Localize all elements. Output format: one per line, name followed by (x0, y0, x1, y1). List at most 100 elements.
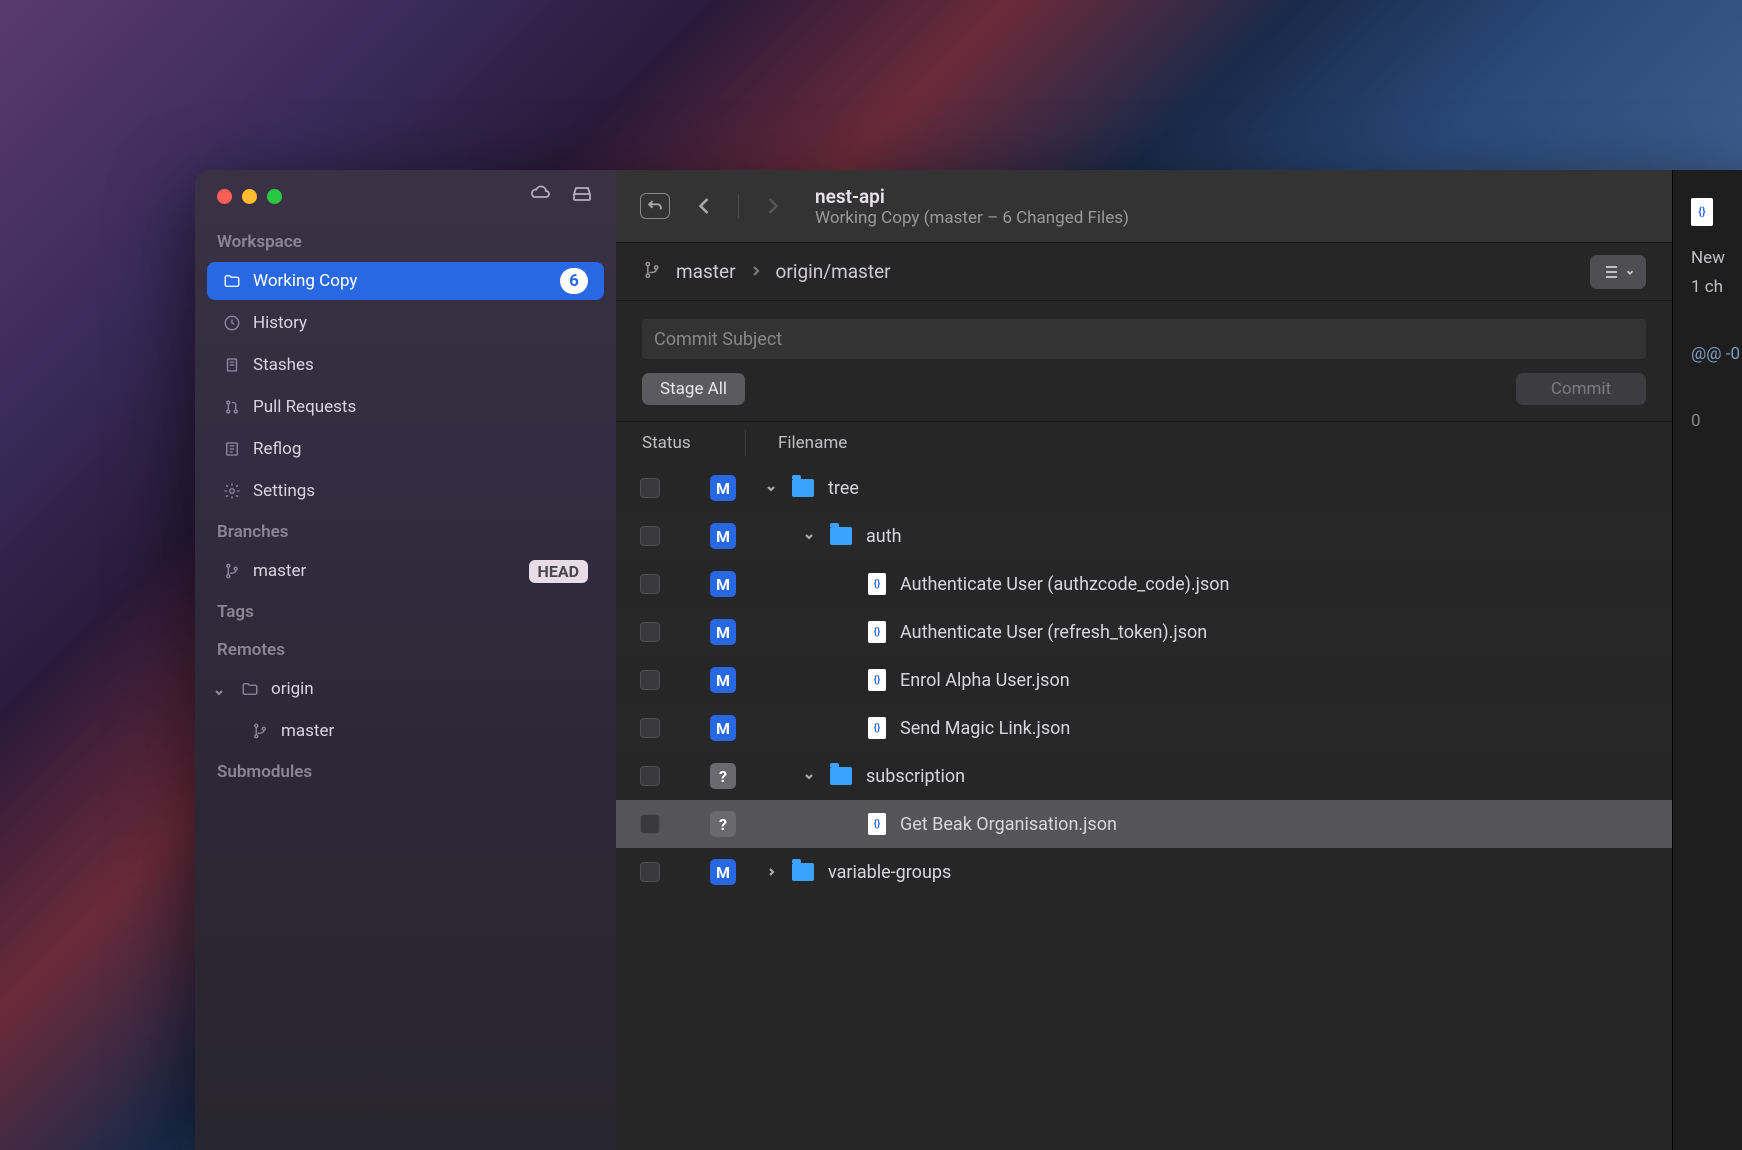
sidebar-item-reflog[interactable]: Reflog (207, 430, 604, 468)
branch-label: master (253, 561, 517, 581)
return-icon[interactable] (640, 193, 670, 219)
file-row[interactable]: M {} Authenticate User (refresh_token).jso… (616, 608, 1672, 656)
branch-icon (642, 260, 662, 284)
sidebar-remote-origin[interactable]: origin (203, 670, 604, 708)
diff-new-line: New (1691, 244, 1742, 273)
file-name: Authenticate User (refresh_token).json (900, 622, 1207, 643)
history-icon (223, 314, 241, 332)
stage-checkbox[interactable] (640, 670, 660, 690)
file-name: auth (866, 526, 902, 547)
branches-header: Branches (195, 512, 616, 550)
file-row[interactable]: Mauth (616, 512, 1672, 560)
commit-area: Stage All Commit (616, 301, 1672, 422)
titlebar-icons (528, 182, 594, 210)
diff-line-number: 0 (1691, 407, 1742, 436)
status-badge: ? (710, 763, 736, 789)
file-row[interactable]: ?{}Get Beak Organisation.json (616, 800, 1672, 848)
file-name: subscription (866, 766, 965, 787)
tags-header: Tags (195, 592, 616, 630)
file-list: MtreeMauthM{}Authenticate User (authzcod… (616, 464, 1672, 1150)
folder-icon (223, 272, 241, 290)
file-row[interactable]: Mtree (616, 464, 1672, 512)
remote-folder-icon (241, 680, 259, 698)
folder-icon (830, 527, 852, 545)
stage-checkbox[interactable] (640, 718, 660, 738)
stage-checkbox[interactable] (640, 574, 660, 594)
file-icon: {} (868, 813, 886, 835)
gear-icon (223, 482, 241, 500)
sidebar-item-stashes[interactable]: Stashes (207, 346, 604, 384)
stage-checkbox[interactable] (640, 814, 660, 834)
stage-checkbox[interactable] (640, 526, 660, 546)
sidebar-item-label: Reflog (253, 439, 588, 459)
titlebar (195, 170, 616, 222)
file-icon: {} (868, 669, 886, 691)
stashes-icon (223, 356, 241, 374)
sidebar-branch-master[interactable]: master HEAD (207, 552, 604, 590)
col-filename-header[interactable]: Filename (746, 433, 847, 453)
divider (738, 194, 739, 218)
stage-checkbox[interactable] (640, 622, 660, 642)
nav-back-button[interactable] (690, 192, 718, 220)
branch-icon (251, 722, 269, 740)
stage-checkbox[interactable] (640, 862, 660, 882)
status-badge: M (710, 859, 736, 885)
file-icon: {} (868, 621, 886, 643)
commit-subject-input[interactable] (642, 319, 1646, 359)
main-area: nest-api Working Copy (master – 6 Change… (616, 170, 1672, 1150)
list-view-toggle[interactable] (1590, 255, 1646, 289)
sidebar-item-settings[interactable]: Settings (207, 472, 604, 510)
file-row[interactable]: ? subscription (616, 752, 1672, 800)
stage-checkbox[interactable] (640, 478, 660, 498)
upstream-branch[interactable]: origin/master (776, 260, 891, 283)
file-icon: {} (868, 573, 886, 595)
remotes-header: Remotes (195, 630, 616, 668)
chevron-right-icon (750, 262, 762, 281)
branch-icon (223, 562, 241, 580)
cloud-icon[interactable] (528, 182, 552, 210)
file-icon: {} (868, 717, 886, 739)
col-status-header[interactable]: Status (642, 430, 746, 456)
chevron-down-icon[interactable] (802, 769, 816, 783)
chevron-down-icon[interactable] (802, 529, 816, 543)
branch-bar: master origin/master (616, 243, 1672, 301)
stage-checkbox[interactable] (640, 766, 660, 786)
sidebar-item-label: Stashes (253, 355, 588, 375)
file-row[interactable]: M{}Enrol Alpha User.json (616, 656, 1672, 704)
reflog-icon (223, 440, 241, 458)
status-badge: M (710, 571, 736, 597)
local-branch[interactable]: master (676, 260, 736, 283)
status-badge: M (710, 619, 736, 645)
remote-label: origin (271, 679, 588, 699)
sidebar-item-label: History (253, 313, 588, 333)
chevron-right-icon[interactable] (764, 865, 778, 879)
commit-button[interactable]: Commit (1516, 373, 1646, 405)
disk-icon[interactable] (570, 182, 594, 210)
folder-icon (792, 479, 814, 497)
folder-icon (830, 767, 852, 785)
minimize-window-button[interactable] (242, 189, 257, 204)
status-badge: M (710, 523, 736, 549)
nav-forward-button[interactable] (759, 192, 787, 220)
diff-count-line: 1 ch (1691, 273, 1742, 302)
file-name: variable-groups (828, 862, 951, 883)
sidebar-item-working-copy[interactable]: Working Copy 6 (207, 262, 604, 300)
stage-all-button[interactable]: Stage All (642, 373, 745, 405)
close-window-button[interactable] (217, 189, 232, 204)
file-row[interactable]: M{}Send Magic Link.json (616, 704, 1672, 752)
status-badge: M (710, 715, 736, 741)
sidebar-remote-branch-master[interactable]: master (207, 712, 604, 750)
app-window: Workspace Working Copy 6 History Stashes… (195, 170, 1742, 1150)
sidebar-item-pull-requests[interactable]: Pull Requests (207, 388, 604, 426)
table-header: Status Filename (616, 422, 1672, 464)
sidebar-item-history[interactable]: History (207, 304, 604, 342)
status-badge: ? (710, 811, 736, 837)
file-row[interactable]: M{}Authenticate User (authzcode_code).js… (616, 560, 1672, 608)
status-badge: M (710, 667, 736, 693)
diff-panel: {} New 1 ch @@ -0 0 (1672, 170, 1742, 1150)
chevron-down-icon[interactable] (764, 481, 778, 495)
sidebar: Workspace Working Copy 6 History Stashes… (195, 170, 616, 1150)
file-row[interactable]: Mvariable-groups (616, 848, 1672, 896)
maximize-window-button[interactable] (267, 189, 282, 204)
changes-badge: 6 (560, 268, 588, 294)
